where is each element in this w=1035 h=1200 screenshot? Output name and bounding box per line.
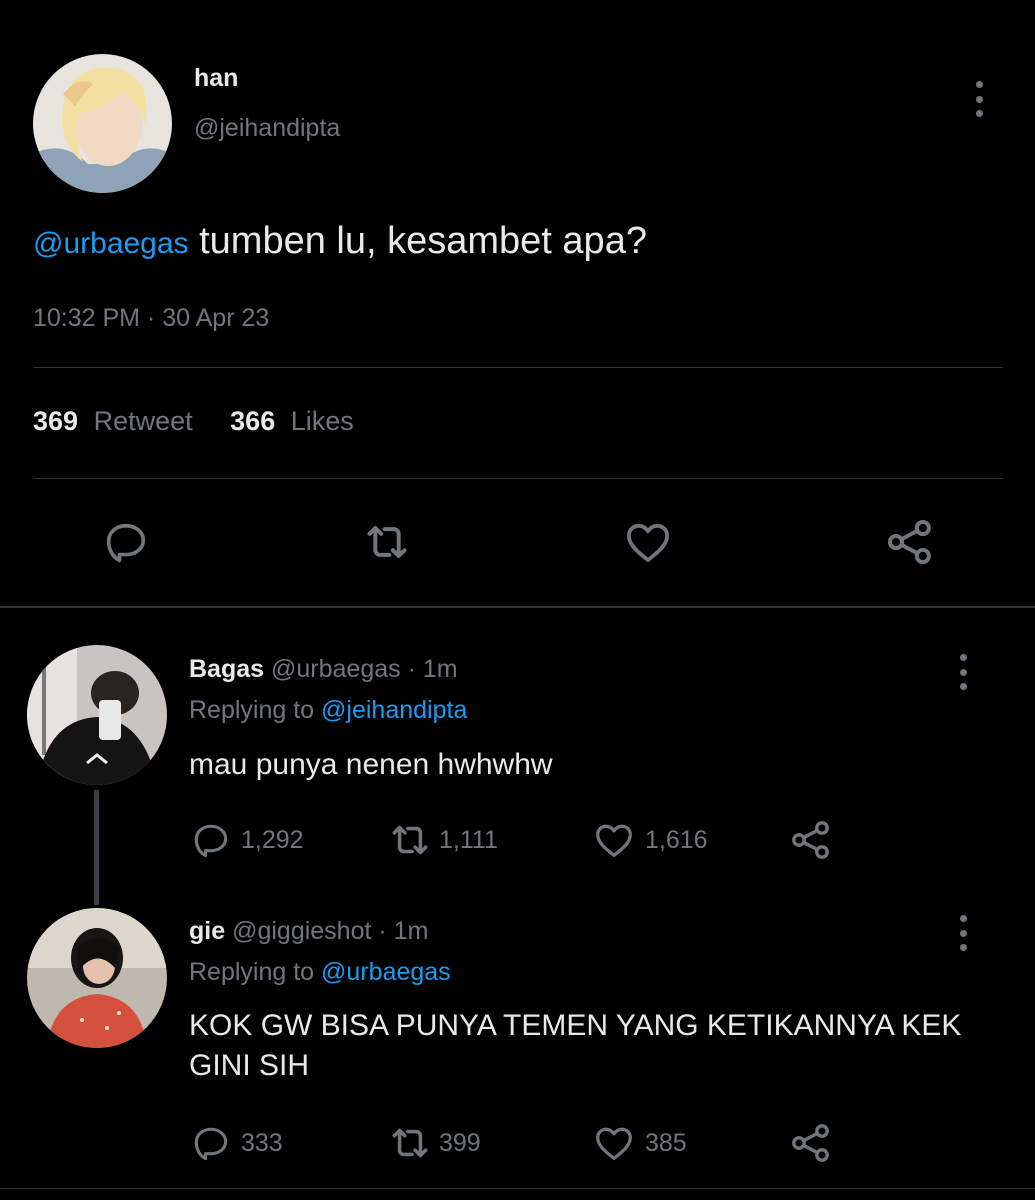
retweet-icon[interactable] [357,512,417,572]
reply-action-bar: 1,292 1,111 1,616 [189,818,889,862]
reply-author-name[interactable]: Bagas [189,655,264,683]
reply-header: Bagas @urbaegas · 1m [189,655,458,684]
reply-count: 333 [241,1128,283,1157]
reply-author-handle[interactable]: @giggieshot [232,917,371,945]
likes-label[interactable]: Likes [291,406,354,436]
reply-header: gie @giggieshot · 1m [189,917,428,946]
share-icon [792,821,829,859]
retweet-count: 399 [439,1128,481,1157]
reply-age: · 1m [378,917,429,945]
divider [33,367,1003,368]
replying-to: Replying to @urbaegas [189,958,451,987]
like-count: 385 [645,1128,687,1157]
replying-to: Replying to @jeihandipta [189,696,467,725]
likes-count[interactable]: 366 [230,406,275,436]
like-icon [596,824,632,857]
tweet-date: 30 Apr 23 [162,304,270,332]
reply-text: KOK GW BISA PUNYA TEMEN YANG KETIKANNYA … [189,1009,962,1082]
section-divider [0,606,1035,608]
reply-icon [194,824,228,858]
thread-connector [94,790,99,905]
reply-author-name[interactable]: gie [189,917,225,945]
share-icon [792,1124,829,1162]
reply-icon [194,1127,228,1161]
retweet-count: 1,111 [439,825,498,854]
share-button[interactable] [787,1121,835,1165]
replying-to-link[interactable]: @jeihandipta [321,696,467,724]
tweet-text: @urbaegas tumben lu, kesambet apa? [33,220,647,263]
divider [33,478,1003,479]
replying-to-label: Replying to [189,696,315,724]
tweet-timestamp[interactable]: 10:32 PM · 30 Apr 23 [33,304,269,333]
like-button[interactable]: 385 [591,1121,687,1165]
retweet-label[interactable]: Retweet [94,406,193,436]
author-avatar[interactable] [33,54,172,193]
tweet-time: 10:32 PM [33,304,141,332]
reply-button[interactable]: 333 [189,1121,283,1165]
tweet-body: tumben lu, kesambet apa? [188,220,647,262]
reply-action-bar: 333 399 385 [189,1121,889,1165]
author-handle[interactable]: @jeihandipta [194,114,340,143]
reply-avatar[interactable] [27,908,167,1048]
retweet-button[interactable]: 399 [385,1121,481,1165]
replying-to-label: Replying to [189,958,315,986]
retweet-icon [392,825,428,855]
tweet-action-bar [0,512,1035,572]
reply-count: 1,292 [241,825,304,854]
retweet-button[interactable]: 1,111 [385,818,498,862]
more-vertical-icon[interactable] [956,915,970,951]
replying-to-link[interactable]: @urbaegas [321,958,451,986]
reply-author-handle[interactable]: @urbaegas [271,655,401,683]
separator-dot: · [146,304,156,332]
reply-icon[interactable] [96,512,156,572]
avatar-image [33,54,172,193]
share-button[interactable] [787,818,835,862]
like-icon [596,1127,632,1160]
mention-link[interactable]: @urbaegas [33,227,189,260]
avatar-image [27,908,167,1048]
reply-text: mau punya nenen hwhwhw [189,748,553,781]
retweet-count[interactable]: 369 [33,406,78,436]
reply-avatar[interactable] [27,645,167,785]
more-vertical-icon[interactable] [956,654,970,690]
like-count: 1,616 [645,825,708,854]
main-tweet: han @jeihandipta @urbaegas tumben lu, ke… [0,0,1035,607]
reply-age: · 1m [407,655,458,683]
retweet-icon [392,1128,428,1158]
tweet-stats: 369 Retweet 366 Likes [33,406,354,437]
reply-button[interactable]: 1,292 [189,818,304,862]
like-icon[interactable] [618,512,678,572]
more-vertical-icon[interactable] [972,81,986,117]
avatar-image [27,645,167,785]
share-icon[interactable] [880,512,940,572]
divider [0,1188,1035,1189]
like-button[interactable]: 1,616 [591,818,708,862]
author-name[interactable]: han [194,64,238,93]
